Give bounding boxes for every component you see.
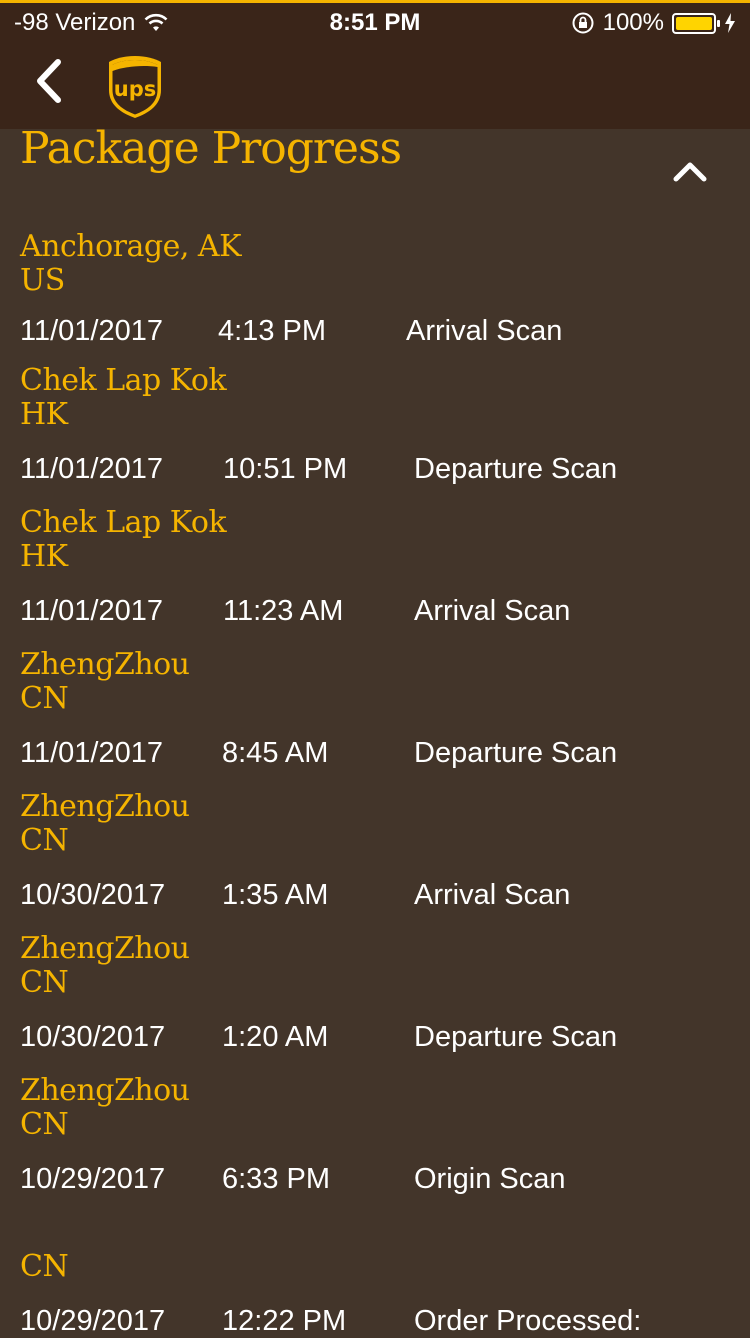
battery-icon: [672, 12, 720, 34]
back-chevron-icon[interactable]: [28, 56, 72, 106]
location-label: ZhengZhou CN: [20, 1074, 190, 1142]
status-bar: -98 Verizon 8:51 PM 100%: [0, 3, 750, 40]
svg-text:ups: ups: [114, 77, 156, 101]
event-date: 10/29/2017: [20, 1305, 166, 1337]
event-activity: Departure Scan: [414, 453, 618, 485]
event-time: 6:33 PM: [222, 1163, 330, 1195]
location-country: HK: [20, 397, 68, 432]
event-date: 11/01/2017: [20, 737, 163, 769]
event-time: 1:35 AM: [222, 879, 329, 911]
event-date: 11/01/2017: [20, 315, 163, 347]
event-activity: Arrival Scan: [414, 595, 571, 627]
event-activity: Departure Scan: [414, 1021, 618, 1053]
navigation-bar: ups: [0, 40, 750, 129]
location-city: ZhengZhou: [20, 647, 190, 682]
location-label: Chek Lap Kok HK: [20, 363, 227, 432]
location-country: CN: [20, 1107, 69, 1142]
event-date: 10/29/2017: [20, 1163, 166, 1195]
location-label: CN: [20, 1249, 69, 1284]
event-time: 1:20 AM: [222, 1021, 329, 1053]
event-time: 11:23 AM: [223, 595, 344, 627]
location-label: ZhengZhou CN: [20, 790, 190, 858]
location-city: ZhengZhou: [20, 789, 190, 824]
chevron-up-icon[interactable]: [670, 157, 710, 185]
event-date: 11/01/2017: [20, 453, 163, 485]
location-city: ZhengZhou: [20, 1073, 190, 1108]
event-time: 10:51 PM: [223, 453, 348, 485]
event-date: 11/01/2017: [20, 595, 163, 627]
event-activity: Departure Scan: [414, 737, 618, 769]
event-time: 4:13 PM: [218, 315, 326, 347]
location-city: Anchorage, AK: [20, 229, 242, 264]
battery-percent: 100%: [602, 9, 664, 36]
location-city: Chek Lap Kok: [20, 363, 227, 398]
location-label: ZhengZhou CN: [20, 932, 190, 1000]
event-activity: Order Processed:: [414, 1305, 642, 1337]
event-date: 10/30/2017: [20, 1021, 166, 1053]
package-progress-panel: Package Progress Anchorage, AK US 11/01/20…: [0, 123, 750, 1337]
location-country: CN: [20, 965, 69, 1000]
location-country: CN: [20, 823, 69, 858]
event-activity: Origin Scan: [414, 1163, 566, 1195]
event-activity: Arrival Scan: [406, 315, 563, 347]
location-country: CN: [20, 681, 69, 716]
orientation-lock-icon: [572, 12, 594, 34]
event-date: 10/30/2017: [20, 879, 166, 911]
page-title: Package Progress: [20, 123, 402, 174]
location-label: Chek Lap Kok HK: [20, 505, 227, 574]
location-label: Anchorage, AK US: [20, 229, 242, 298]
location-country: US: [20, 263, 65, 298]
event-activity: Arrival Scan: [414, 879, 571, 911]
ups-logo: ups: [109, 56, 161, 118]
location-city: Chek Lap Kok: [20, 505, 227, 540]
event-time: 12:22 PM: [222, 1305, 347, 1337]
location-country: CN: [20, 1249, 69, 1284]
location-country: HK: [20, 539, 68, 574]
event-time: 8:45 AM: [222, 737, 329, 769]
location-city: ZhengZhou: [20, 931, 190, 966]
location-label: ZhengZhou CN: [20, 648, 190, 716]
charging-bolt-icon: [725, 13, 735, 33]
